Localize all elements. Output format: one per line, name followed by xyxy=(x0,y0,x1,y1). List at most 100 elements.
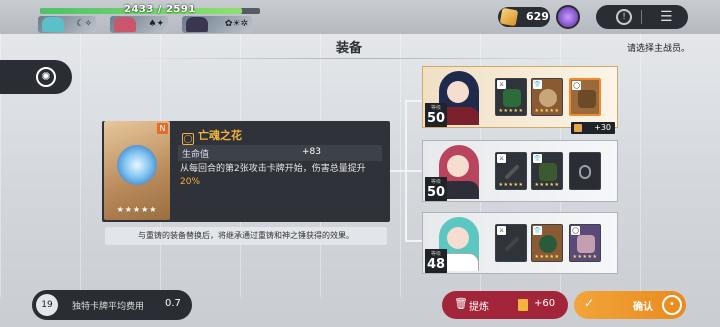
confirm-label: 确认 xyxy=(633,302,653,313)
weapon-slot[interactable]: ⚔ ★★★★★ xyxy=(495,78,527,116)
shirt-icon: 👕 xyxy=(533,154,542,163)
swap-icon xyxy=(578,90,596,108)
inherit-note: 与重铸的装备替换后，将继承通过重铸和神之锤获得的效果。 xyxy=(105,227,387,245)
card-icon xyxy=(518,299,528,311)
level-label: 等级 xyxy=(430,251,441,257)
item-name: ◯ 亡魂之花 xyxy=(182,127,242,145)
flower-gem-icon xyxy=(117,145,157,185)
level-label: 等级 xyxy=(430,179,441,185)
gold-counter: 629 xyxy=(498,7,550,27)
team-member-1[interactable]: ☾✧ xyxy=(38,16,96,33)
bonus-value: +30 xyxy=(594,123,611,132)
mask-icon xyxy=(577,235,595,253)
refine-value: +60 xyxy=(534,298,556,309)
card-icon xyxy=(574,124,582,132)
rarity-badge: N xyxy=(157,123,168,134)
slot-stars: ★★★★★ xyxy=(572,254,598,260)
ring-icon: ◯ xyxy=(572,81,581,90)
accessory-slot-empty[interactable] xyxy=(569,152,601,190)
shirt-icon: 👕 xyxy=(533,226,542,235)
weapon-slot[interactable]: ⚔ ★★★★★ xyxy=(495,152,527,190)
refine-label: 提炼 xyxy=(469,302,489,313)
stat-key: 生命值 xyxy=(182,150,210,160)
face xyxy=(447,227,469,249)
team-member-2[interactable]: ♠✦ xyxy=(110,16,168,33)
top-bar: 2433 / 2591 ☾✧ ♠✦ ✿☀✲ 629 ! ☰ xyxy=(0,0,720,34)
goggles-icon xyxy=(539,235,557,253)
armor-slot[interactable]: 👕 ★★★★★ xyxy=(531,152,563,190)
shell-icon xyxy=(539,89,557,107)
armor-slot[interactable]: 👕 ★★★★★ xyxy=(531,224,563,262)
trash-icon: 🗑 xyxy=(454,297,468,310)
level-badge: 等级 50 xyxy=(425,177,447,201)
item-name-text: 亡魂之花 xyxy=(198,129,242,142)
spear-icon xyxy=(504,164,520,180)
face xyxy=(447,155,469,177)
ring-icon: ◯ xyxy=(182,133,194,145)
cloak-icon xyxy=(539,163,557,181)
avatar xyxy=(42,17,64,32)
slot-stars: ★★★★★ xyxy=(534,254,560,260)
avatar xyxy=(114,17,136,32)
page-title: 装备 xyxy=(336,41,363,56)
status-icon: ✿☀✲ xyxy=(224,19,248,29)
emblem-icon: ✺ xyxy=(36,67,56,87)
slot-stars: ★★★★★ xyxy=(498,108,524,114)
level-value: 50 xyxy=(426,111,446,126)
sword-icon: ⚔ xyxy=(497,226,506,235)
deck-icon[interactable]: 19 xyxy=(36,294,58,316)
stat-value: +83 xyxy=(302,147,321,157)
sword-icon: ⚔ xyxy=(497,154,506,163)
info-icon[interactable]: ! xyxy=(616,9,632,25)
status-icon: ♠✦ xyxy=(148,19,164,29)
avg-cost-value: 0.7 xyxy=(165,298,181,309)
gold-value: 629 xyxy=(526,10,549,23)
bonus-badge: +30 xyxy=(571,122,615,134)
status-icon: ☾✧ xyxy=(76,19,92,29)
blade-icon xyxy=(504,236,520,252)
level-value: 48 xyxy=(426,257,446,272)
hint-text: 请选择主战员。 xyxy=(626,44,690,54)
item-card[interactable]: N ★★★★★ xyxy=(104,121,170,220)
accessory-slot[interactable]: ◯ ★★★★★ xyxy=(569,224,601,262)
weapon-slot[interactable]: ⚔ xyxy=(495,224,527,262)
empty-ring-icon xyxy=(579,165,591,179)
level-badge: 等级 50 xyxy=(425,103,447,127)
character-row-3[interactable]: 等级 48 ⚔ 👕 ★★★★★ ◯ ★★★★★ xyxy=(422,212,618,274)
character-row-1[interactable]: 等级 50 ⚔ ★★★★★ 👕 ★★★★★ ◯ xyxy=(422,66,618,128)
relic-orb-icon[interactable] xyxy=(556,5,580,29)
check-icon: ✓ xyxy=(584,296,595,310)
gold-icon xyxy=(499,7,519,27)
hp-text: 2433 / 2591 xyxy=(124,4,196,15)
connector xyxy=(405,100,423,102)
connector xyxy=(390,170,406,172)
avg-cost-label: 独特卡牌平均费用 xyxy=(72,302,145,312)
slot-stars: ★★★★★ xyxy=(534,108,560,114)
desc-text: 从每回合的第2张攻击卡牌开始，伤害总量提升 xyxy=(180,164,366,174)
sword-icon: ⚔ xyxy=(497,80,506,89)
avatar xyxy=(186,17,208,32)
ring-icon: ◯ xyxy=(571,226,580,235)
desc-highlight: 20% xyxy=(180,177,201,187)
accessory-slot[interactable]: ◯ xyxy=(569,78,601,116)
connector xyxy=(405,240,423,242)
level-value: 50 xyxy=(426,185,446,200)
stat-row: 生命值 +83 xyxy=(178,145,382,161)
refine-button[interactable]: 🗑 提炼 +60 xyxy=(442,291,568,319)
item-description: 从每回合的第2张攻击卡牌开始，伤害总量提升 20% xyxy=(180,163,380,189)
armor-slot[interactable]: 👕 ★★★★★ xyxy=(531,78,563,116)
slot-stars: ★★★★★ xyxy=(498,182,524,188)
slot-stars: ★★★★★ xyxy=(534,182,560,188)
level-label: 等级 xyxy=(430,105,441,111)
confirm-button[interactable]: ✓ 确认 • xyxy=(574,291,686,319)
title-divider xyxy=(120,58,600,59)
character-row-2[interactable]: 等级 50 ⚔ ★★★★★ 👕 ★★★★★ xyxy=(422,140,618,202)
item-stars: ★★★★★ xyxy=(116,205,158,214)
side-tab[interactable]: ✺ xyxy=(0,60,72,94)
confirm-circle-icon: • xyxy=(662,295,682,315)
connector xyxy=(405,170,423,172)
team-member-3[interactable]: ✿☀✲ xyxy=(182,16,252,33)
level-badge: 等级 48 xyxy=(425,249,447,273)
avg-cost-panel: 19 独特卡牌平均费用 0.7 xyxy=(32,290,192,320)
menu-icon[interactable]: ☰ xyxy=(660,9,673,25)
